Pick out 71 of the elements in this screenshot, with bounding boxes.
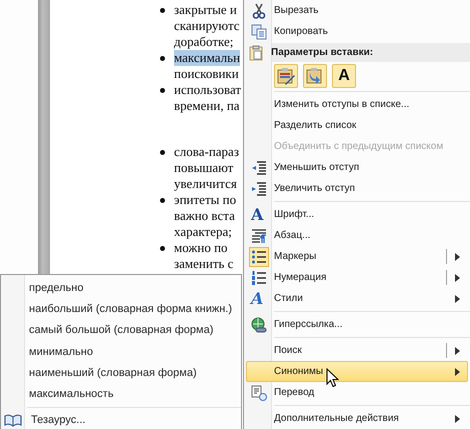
bullet-icon bbox=[160, 88, 165, 93]
scissors-icon bbox=[251, 2, 267, 18]
submenu-arrow-icon bbox=[455, 347, 460, 355]
bullet-icon bbox=[160, 56, 165, 61]
menu-item[interactable]: Синонимы bbox=[246, 361, 468, 382]
bullet-icon bbox=[160, 198, 165, 203]
globe-link-icon bbox=[251, 316, 267, 332]
increase-indent-icon bbox=[251, 180, 267, 196]
document-line: можно по bbox=[174, 240, 228, 256]
document-line: важно вста bbox=[174, 208, 235, 224]
clipboard-letter-icon: A bbox=[338, 68, 350, 84]
synonym-item[interactable]: самый большой (словарная форма) bbox=[29, 320, 214, 341]
paste-option-button[interactable] bbox=[303, 64, 327, 88]
menu-item[interactable]: Разделить список bbox=[246, 115, 468, 136]
synonym-item[interactable]: наименьший (словарная форма) bbox=[29, 362, 197, 384]
split-divider bbox=[446, 343, 447, 358]
submenu-arrow-icon bbox=[455, 295, 460, 303]
document-line: характера; bbox=[174, 224, 232, 240]
numbered-list-icon bbox=[251, 270, 267, 286]
document-line: доработке; bbox=[174, 34, 234, 50]
bullet-icon bbox=[160, 246, 165, 251]
submenu-arrow-icon bbox=[455, 253, 460, 261]
menu-item[interactable]: Перевод bbox=[246, 382, 468, 403]
document-line: закрытые и bbox=[174, 2, 237, 18]
synonym-item[interactable]: минимально bbox=[29, 340, 93, 362]
menu-item[interactable]: Изменить отступы в списке... bbox=[246, 94, 468, 115]
synonym-item[interactable]: наибольший (словарная форма книжн.) bbox=[29, 298, 232, 320]
clipboard-brush-icon bbox=[277, 66, 295, 84]
document-line: поисковики bbox=[174, 66, 239, 82]
paste-option-button[interactable] bbox=[274, 64, 298, 88]
menu-item[interactable]: A Шрифт... bbox=[246, 204, 468, 225]
styles-icon: A bbox=[251, 290, 264, 306]
split-divider bbox=[446, 270, 447, 285]
translate-icon bbox=[251, 384, 267, 400]
document-line: слова-параз bbox=[174, 144, 239, 160]
font-icon: A bbox=[251, 206, 264, 222]
submenu-arrow-icon bbox=[455, 368, 460, 376]
menu-item[interactable]: Поиск bbox=[246, 340, 468, 361]
book-icon bbox=[4, 413, 22, 428]
menu-item[interactable]: Нумерация bbox=[246, 267, 468, 288]
menu-item[interactable]: Абзац... bbox=[246, 225, 468, 246]
section-header: Параметры вставки: bbox=[271, 47, 374, 58]
copy-icon bbox=[251, 24, 267, 40]
menu-item[interactable]: Копировать bbox=[246, 21, 468, 42]
document-line: использоват bbox=[174, 82, 242, 98]
menu-item[interactable]: A Стили bbox=[246, 288, 468, 309]
document-line: повышают bbox=[174, 160, 234, 176]
bullet-icon bbox=[160, 8, 165, 13]
clipboard-icon bbox=[248, 44, 264, 60]
menu-item[interactable]: Уменьшить отступ bbox=[246, 157, 468, 178]
document-line: увеличится bbox=[174, 176, 237, 192]
synonym-item[interactable]: предельно bbox=[29, 277, 84, 298]
thesaurus-item[interactable]: Тезаурус... bbox=[4, 410, 86, 429]
menu-item[interactable]: Маркеры bbox=[246, 246, 468, 267]
paragraph-icon bbox=[251, 228, 267, 244]
document-line: эпитеты по bbox=[174, 192, 236, 208]
mouse-pointer-icon bbox=[326, 368, 339, 388]
menu-item[interactable]: Увеличить отступ bbox=[246, 178, 468, 199]
bullet-icon bbox=[160, 150, 165, 155]
submenu-arrow-icon bbox=[455, 415, 460, 423]
menu-item[interactable]: Вырезать bbox=[246, 0, 468, 21]
split-divider bbox=[446, 249, 447, 264]
document-line: сканируютс bbox=[174, 18, 240, 34]
paste-option-button[interactable]: A bbox=[332, 64, 356, 88]
submenu-arrow-icon bbox=[455, 274, 460, 282]
document-line: заменить с bbox=[174, 256, 234, 272]
menu-item[interactable]: Гиперссылка... bbox=[246, 314, 468, 335]
menu-item[interactable]: Дополнительные действия bbox=[246, 408, 468, 429]
document-line: времени, па bbox=[174, 98, 240, 114]
synonym-item[interactable]: максимальность bbox=[29, 383, 114, 405]
decrease-indent-icon bbox=[251, 160, 267, 176]
